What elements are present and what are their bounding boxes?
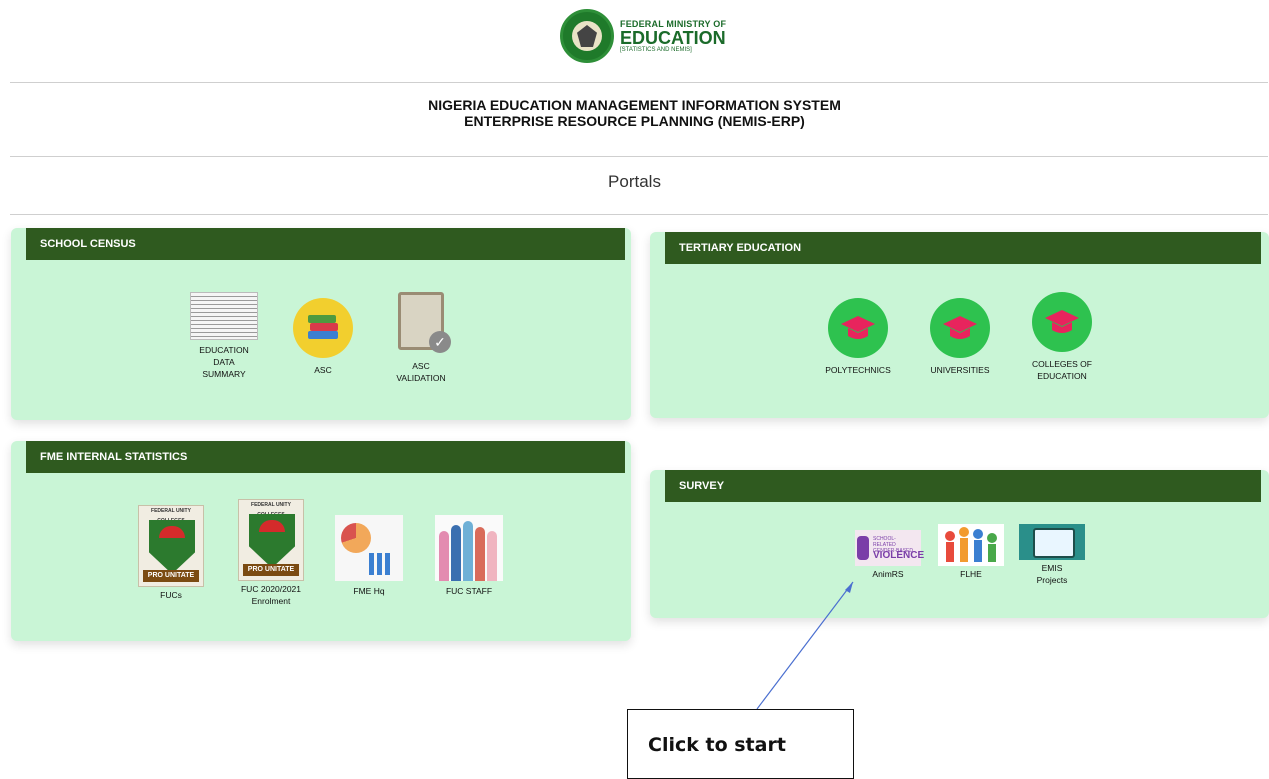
annotation-arrow <box>756 581 854 710</box>
annotation-box: Click to start <box>627 709 854 779</box>
annotation-text: Click to start <box>648 734 786 756</box>
